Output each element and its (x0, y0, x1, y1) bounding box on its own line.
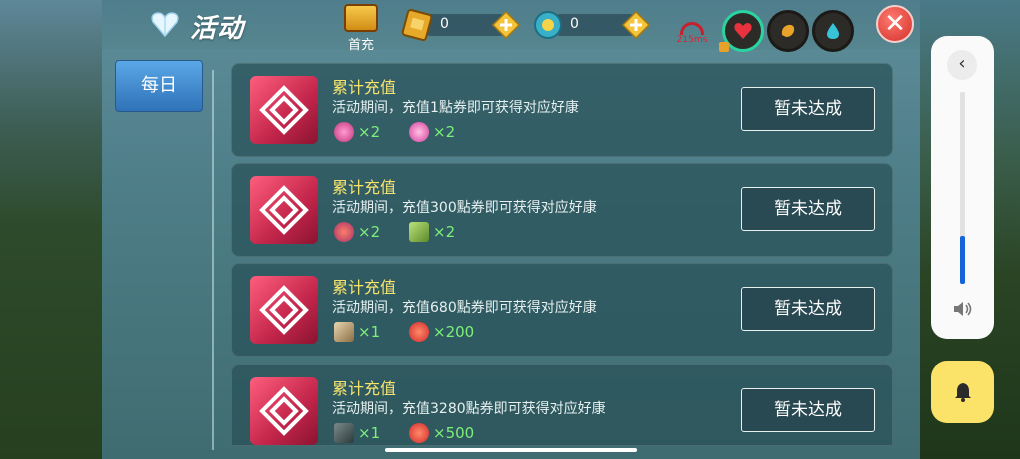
reward-qty: ×2 (358, 223, 381, 241)
reward-item: ×500 (409, 423, 474, 443)
diamond-badge-icon (250, 377, 318, 445)
reward-item: ×2 (409, 222, 455, 242)
not-achieved-button[interactable]: 暂未达成 (741, 87, 875, 131)
home-indicator[interactable] (385, 448, 637, 452)
reward-item: ×1 (334, 322, 380, 342)
activity-card: 累计充值 活动期间，充值1點券即可获得对应好康 ×2 ×2 暂未达成 (231, 63, 893, 157)
bell-icon (954, 383, 971, 402)
volume-panel: ‹ (931, 36, 994, 339)
water-drop-icon (827, 23, 839, 39)
green-box-icon (409, 222, 429, 242)
activity-card: 累计充值 活动期间，充值3280點券即可获得对应好康 ×1 ×500 暂未达成 (231, 364, 893, 446)
not-achieved-button[interactable]: 暂未达成 (741, 187, 875, 231)
not-achieved-button[interactable]: 暂未达成 (741, 287, 875, 331)
sun-coin-icon (533, 10, 563, 40)
activity-desc: 活动期间，充值680點券即可获得对应好康 (332, 300, 597, 316)
divider (212, 70, 214, 450)
shield-badge-icon (719, 42, 729, 52)
reward-qty: ×500 (433, 424, 475, 442)
reward-qty: ×1 (358, 424, 381, 442)
close-button[interactable]: ✕ (876, 5, 914, 43)
reward-item: ×2 (334, 222, 380, 242)
reward-qty: ×200 (433, 323, 475, 341)
volume-slider[interactable] (960, 92, 965, 284)
first-charge-button[interactable]: 首充 (340, 4, 382, 53)
thirst-stat[interactable] (812, 10, 854, 52)
reward-item: ×200 (409, 322, 474, 342)
red-coin-icon (409, 423, 429, 443)
speaker-icon[interactable] (951, 300, 975, 320)
hunger-stat[interactable] (767, 10, 809, 52)
ping-text: 215ms (676, 35, 708, 45)
diamond-badge-icon (250, 276, 318, 344)
tab-daily[interactable]: 每日 (115, 60, 203, 112)
reward-item: ×2 (334, 122, 380, 142)
pink-star-gem-icon (409, 122, 429, 142)
page-title: 活动 (190, 14, 245, 44)
reward-item: ×2 (409, 122, 455, 142)
signal-icon (680, 22, 704, 35)
not-achieved-button[interactable]: 暂未达成 (741, 388, 875, 432)
ticket-count: 0 (440, 16, 449, 32)
chevron-left-icon[interactable]: ‹ (947, 50, 977, 80)
reward-qty: ×2 (358, 123, 381, 141)
reward-qty: ×2 (433, 223, 456, 241)
heart-gem-icon (150, 10, 180, 38)
gold-ticket-icon (400, 8, 434, 42)
activity-title: 累计充值 (332, 379, 397, 398)
activity-desc: 活动期间，充值300點券即可获得对应好康 (332, 200, 597, 216)
first-charge-label: 首充 (347, 38, 374, 53)
diamond-badge-icon (250, 76, 318, 144)
activity-title: 累计充值 (332, 178, 397, 197)
coin-count: 0 (570, 16, 579, 32)
activity-card: 累计充值 活动期间，充值300點券即可获得对应好康 ×2 ×2 暂未达成 (231, 163, 893, 257)
pink-flame-icon (334, 222, 354, 242)
close-icon: ✕ (884, 9, 906, 39)
activity-desc: 活动期间，充值3280點券即可获得对应好康 (332, 401, 606, 417)
game-scene-left (0, 0, 105, 459)
reward-qty: ×2 (433, 123, 456, 141)
add-coin-button[interactable] (621, 10, 651, 40)
scroll-box-icon (334, 322, 354, 342)
dark-gear-icon (334, 423, 354, 443)
treasure-chest-icon (344, 4, 378, 32)
activity-title: 累计充值 (332, 278, 397, 297)
reward-item: ×1 (334, 423, 380, 443)
add-ticket-button[interactable] (491, 10, 521, 40)
activity-desc: 活动期间，充值1點券即可获得对应好康 (332, 100, 579, 116)
drumstick-icon (781, 24, 795, 37)
notification-button[interactable] (931, 361, 994, 423)
heart-icon (734, 23, 752, 39)
reward-qty: ×1 (358, 323, 381, 341)
network-ping-indicator: 215ms (675, 22, 709, 45)
diamond-badge-icon (250, 176, 318, 244)
pink-gem-icon (334, 122, 354, 142)
red-coin-icon (409, 322, 429, 342)
volume-level (960, 236, 965, 284)
activity-title: 累计充值 (332, 78, 397, 97)
activity-card: 累计充值 活动期间，充值680點券即可获得对应好康 ×1 ×200 暂未达成 (231, 263, 893, 357)
